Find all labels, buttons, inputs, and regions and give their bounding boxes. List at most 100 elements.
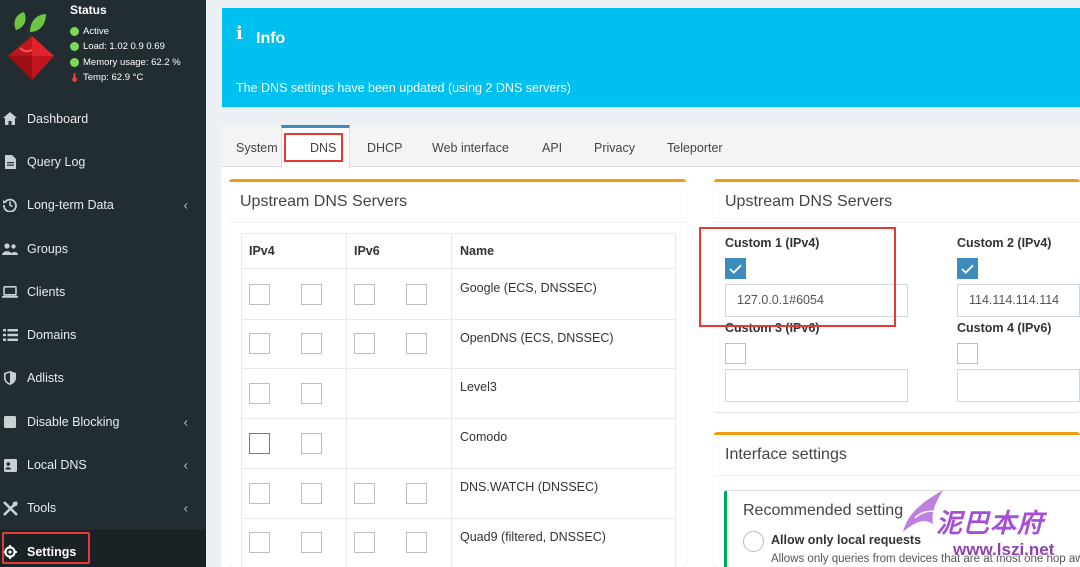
server-name-opendns: OpenDNS (ECS, DNSSEC) (460, 331, 614, 345)
upstream-title-left: Upstream DNS Servers (240, 193, 408, 210)
list-icon (2, 327, 18, 343)
chevron-left-icon: ‹ (183, 500, 188, 516)
table-line (241, 368, 675, 369)
status-title: Status (70, 3, 107, 17)
table-line (241, 268, 675, 269)
quad9-ipv4-1-checkbox[interactable] (249, 532, 270, 553)
sidebar-item-disable-blocking[interactable]: Disable Blocking ‹ (0, 400, 206, 443)
status-temp: Temp: 62.9 °C (70, 72, 143, 83)
custom4-input[interactable] (957, 369, 1080, 402)
level3-ipv4-1-checkbox[interactable] (249, 383, 270, 404)
custom4-label: Custom 4 (IPv6) (957, 321, 1052, 335)
table-line (241, 468, 675, 469)
status-dot-icon (70, 27, 79, 36)
table-line (241, 518, 675, 519)
local-requests-radio[interactable] (743, 531, 764, 552)
opendns-ipv6-1-checkbox[interactable] (354, 333, 375, 354)
column-header-ipv4: IPv4 (249, 244, 275, 258)
dnswatch-ipv4-2-checkbox[interactable] (301, 483, 322, 504)
memory-dot-icon (70, 58, 79, 67)
status-active: Active (70, 26, 109, 37)
custom2-label: Custom 2 (IPv4) (957, 236, 1052, 250)
custom3-checkbox[interactable] (725, 343, 746, 364)
custom2-checkbox[interactable] (957, 258, 978, 279)
table-line (451, 233, 452, 567)
check-icon (961, 264, 974, 274)
quad9-ipv6-2-checkbox[interactable] (406, 532, 427, 553)
opendns-ipv4-2-checkbox[interactable] (301, 333, 322, 354)
table-line (346, 233, 347, 567)
server-name-google: Google (ECS, DNSSEC) (460, 281, 597, 295)
pihole-logo-icon (8, 12, 54, 80)
recommended-title: Recommended setting (743, 502, 904, 519)
table-line (675, 233, 676, 567)
chevron-left-icon: ‹ (183, 414, 188, 430)
watermark-url: www.lszi.net (953, 540, 1055, 559)
tab-dhcp[interactable]: DHCP (367, 141, 402, 155)
chevron-left-icon: ‹ (183, 197, 188, 213)
watermark-text: 泥巴本府 (936, 509, 1045, 539)
dnswatch-ipv4-1-checkbox[interactable] (249, 483, 270, 504)
sidebar-item-clients[interactable]: Clients (0, 270, 206, 313)
server-name-dnswatch: DNS.WATCH (DNSSEC) (460, 480, 599, 494)
sidebar: Status Active Load: 1.02 0.9 0.69 Memory… (0, 0, 206, 567)
sidebar-nav: Dashboard Query Log Long-term Data ‹ Gro… (0, 97, 206, 567)
watermark: 泥巴本府 www.lszi.net (893, 478, 1080, 567)
status-memory: Memory usage: 62.2 % (70, 57, 181, 68)
quad9-ipv6-1-checkbox[interactable] (354, 532, 375, 553)
custom3-input[interactable] (725, 369, 908, 402)
thermometer-icon (72, 73, 77, 82)
upstream-dns-box-left: Upstream DNS Servers (229, 179, 686, 567)
table-line (241, 319, 675, 320)
history-icon (2, 197, 18, 213)
opendns-ipv6-2-checkbox[interactable] (406, 333, 427, 354)
load-dot-icon (70, 42, 79, 51)
tab-api[interactable]: API (542, 141, 562, 155)
table-line (241, 233, 242, 567)
tab-web-interface[interactable]: Web interface (432, 141, 509, 155)
quad9-ipv4-2-checkbox[interactable] (301, 532, 322, 553)
info-message: The DNS settings have been updated (usin… (236, 81, 571, 95)
google-ipv4-2-checkbox[interactable] (301, 284, 322, 305)
settings-tabs: System DNS DHCP Web interface API Privac… (221, 125, 1080, 168)
column-header-name: Name (460, 244, 495, 258)
tab-teleporter[interactable]: Teleporter (667, 141, 723, 155)
sidebar-item-local-dns[interactable]: Local DNS ‹ (0, 443, 206, 486)
shield-icon (2, 370, 18, 386)
sidebar-item-tools[interactable]: Tools ‹ (0, 487, 206, 530)
google-ipv6-1-checkbox[interactable] (354, 284, 375, 305)
dns-tab-highlight-box (284, 133, 343, 162)
google-ipv4-1-checkbox[interactable] (249, 284, 270, 305)
server-name-level3: Level3 (460, 380, 497, 394)
custom4-checkbox[interactable] (957, 343, 978, 364)
dnswatch-ipv6-1-checkbox[interactable] (354, 483, 375, 504)
table-line (241, 418, 675, 419)
custom1-highlight-box (699, 227, 896, 327)
tab-system[interactable]: System (236, 141, 278, 155)
custom2-input[interactable]: 114.114.114.114 (957, 284, 1080, 317)
level3-ipv4-2-checkbox[interactable] (301, 383, 322, 404)
google-ipv6-2-checkbox[interactable] (406, 284, 427, 305)
sidebar-item-groups[interactable]: Groups (0, 227, 206, 270)
file-icon (2, 154, 18, 170)
server-name-quad9: Quad9 (filtered, DNSSEC) (460, 530, 606, 544)
table-line (241, 233, 675, 234)
info-callout: i Info The DNS settings have been update… (222, 8, 1080, 107)
laptop-icon (2, 284, 18, 300)
box-separator (714, 475, 1080, 476)
status-load: Load: 1.02 0.9 0.69 (70, 41, 165, 52)
comodo-ipv4-2-checkbox[interactable] (301, 433, 322, 454)
sidebar-item-dashboard[interactable]: Dashboard (0, 97, 206, 140)
info-icon: i (236, 23, 243, 44)
dnswatch-ipv6-2-checkbox[interactable] (406, 483, 427, 504)
comodo-ipv4-1-checkbox[interactable] (249, 433, 270, 454)
sidebar-item-long-term-data[interactable]: Long-term Data ‹ (0, 184, 206, 227)
column-header-ipv6: IPv6 (354, 244, 380, 258)
opendns-ipv4-1-checkbox[interactable] (249, 333, 270, 354)
sidebar-item-domains[interactable]: Domains (0, 313, 206, 356)
sidebar-item-query-log[interactable]: Query Log (0, 140, 206, 183)
tab-privacy[interactable]: Privacy (594, 141, 635, 155)
stop-icon (2, 414, 18, 430)
sidebar-item-adlists[interactable]: Adlists (0, 357, 206, 400)
interface-settings-title: Interface settings (725, 446, 847, 463)
